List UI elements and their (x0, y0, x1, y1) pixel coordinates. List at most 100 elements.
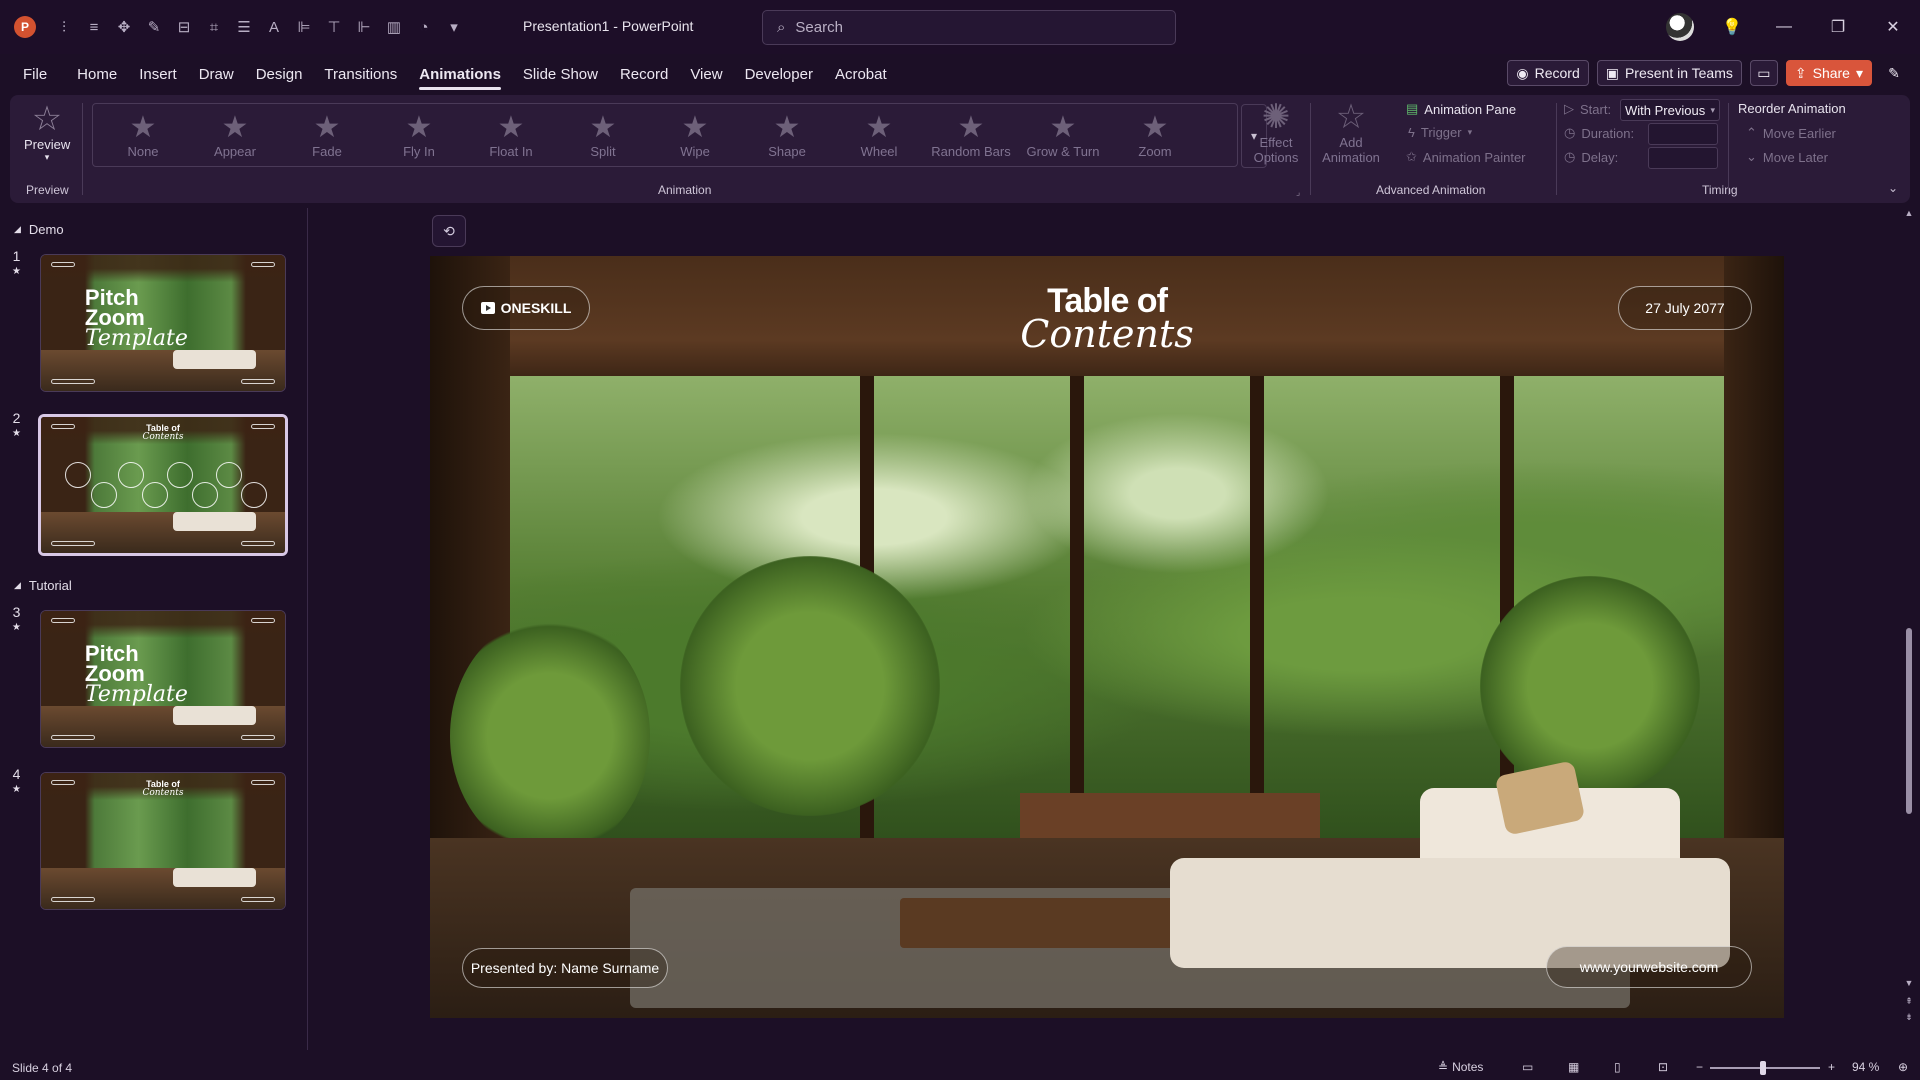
tab-transitions[interactable]: Transitions (313, 58, 408, 90)
dialog-launcher-icon[interactable]: ⌟ (1296, 187, 1300, 198)
tab-view[interactable]: View (679, 58, 733, 90)
duration-field[interactable] (1648, 123, 1718, 145)
slide-thumbnail-3[interactable]: Pitch Zoom Template (40, 610, 286, 748)
move-later-button[interactable]: ⌄ Move Later (1746, 149, 1828, 165)
align-left-icon[interactable]: ⊫ (292, 15, 316, 39)
search-input[interactable]: ⌕ Search (762, 10, 1176, 45)
tab-file[interactable]: File (12, 58, 58, 90)
font-icon[interactable]: A (262, 15, 286, 39)
normal-view-icon[interactable]: ▭ (1522, 1060, 1533, 1074)
next-slide-icon[interactable]: ⇟ (1904, 1012, 1914, 1023)
slide-thumbnail-2[interactable]: Table of Contents (38, 414, 288, 556)
align-right-icon[interactable]: ⊩ (352, 15, 376, 39)
scroll-up-icon[interactable]: ▲ (1904, 208, 1914, 218)
text-direction-icon[interactable]: ⊟ (172, 15, 196, 39)
zoom-out-icon[interactable]: − (1696, 1060, 1703, 1074)
slide-photo-console (1020, 793, 1320, 838)
tab-insert[interactable]: Insert (128, 58, 188, 90)
animation-random-bars[interactable]: ★ Random Bars (925, 111, 1017, 159)
tab-design[interactable]: Design (245, 58, 314, 90)
customize-qat-icon[interactable]: ▾ (442, 15, 466, 39)
pen-icon[interactable]: ✎ (142, 15, 166, 39)
presenter-badge[interactable]: Presented by: Name Surname (462, 948, 668, 988)
animation-fly-in[interactable]: ★ Fly In (373, 111, 465, 159)
date-badge[interactable]: 27 July 2077 (1618, 286, 1752, 330)
thumbnail-pill (50, 779, 76, 785)
animation-split[interactable]: ★ Split (557, 111, 649, 159)
collapse-ribbon-icon[interactable]: ⌄ (1888, 181, 1898, 195)
delay-field[interactable] (1648, 147, 1718, 169)
thumbnail-title: Table of Contents (41, 423, 285, 442)
shapes-icon[interactable]: ◔ (412, 15, 436, 39)
slide-canvas[interactable]: ONESKILL Table of Contents 27 July 2077 … (430, 256, 1784, 1018)
crop-icon[interactable]: ⌗ (202, 15, 226, 39)
distribute-icon[interactable]: ≡ (82, 15, 106, 39)
tab-developer[interactable]: Developer (734, 58, 824, 90)
chevron-down-icon: ⌄ (1746, 149, 1757, 164)
lightbulb-icon[interactable]: 💡 (1719, 14, 1745, 40)
copilot-icon[interactable]: ✎ (1880, 60, 1908, 86)
animation-shape[interactable]: ★ Shape (741, 111, 833, 159)
record-button[interactable]: ◉ Record (1507, 60, 1589, 86)
animation-pane-button[interactable]: ▤ Animation Pane (1406, 101, 1516, 117)
tab-record[interactable]: Record (609, 58, 679, 90)
zoom-slider-handle[interactable] (1760, 1061, 1766, 1075)
zoom-in-icon[interactable]: + (1828, 1060, 1835, 1074)
tab-draw[interactable]: Draw (188, 58, 245, 90)
animation-appear[interactable]: ★ Appear (189, 111, 281, 159)
tab-home[interactable]: Home (66, 58, 128, 90)
tab-acrobat[interactable]: Acrobat (824, 58, 898, 90)
fit-to-window-icon[interactable]: ⊕ (1898, 1060, 1908, 1074)
slide-thumbnail-1[interactable]: Pitch Zoom Template (40, 254, 286, 392)
animation-wheel[interactable]: ★ Wheel (833, 111, 925, 159)
animation-wipe[interactable]: ★ Wipe (649, 111, 741, 159)
section-demo[interactable]: ◢ Demo (14, 222, 64, 237)
tab-animations[interactable]: Animations (408, 58, 512, 90)
minimize-icon[interactable]: — (1771, 14, 1797, 40)
scroll-down-icon[interactable]: ▼ (1904, 978, 1914, 988)
start-label-text: Start: (1580, 101, 1612, 117)
divider (1728, 103, 1729, 195)
align-top-icon[interactable]: ⊤ (322, 15, 346, 39)
close-icon[interactable]: ✕ (1880, 14, 1906, 40)
add-animation-label-2: Animation (1322, 150, 1380, 165)
tab-slide-show[interactable]: Slide Show (512, 58, 609, 90)
trigger-button[interactable]: ϟ Trigger ▾ (1408, 125, 1472, 140)
animation-zoom[interactable]: ★ Zoom (1109, 111, 1201, 159)
preview-button[interactable]: ☆ Preview ▾ (24, 101, 70, 163)
animation-float-in[interactable]: ★ Float In (465, 111, 557, 159)
animation-none[interactable]: ★ None (97, 111, 189, 159)
website-badge[interactable]: www.yourwebsite.com (1546, 946, 1752, 988)
slide-sorter-icon[interactable]: ▦ (1568, 1060, 1579, 1074)
restore-icon[interactable]: ❐ (1825, 14, 1851, 40)
move-icon[interactable]: ✥ (112, 15, 136, 39)
add-animation-button[interactable]: ☆ Add Animation (1320, 99, 1382, 165)
animation-label: Fly In (403, 143, 435, 159)
ribbon: ☆ Preview ▾ Preview ★ None ★ Appear ★ Fade … (10, 95, 1910, 203)
present-in-teams-button[interactable]: ▣ Present in Teams (1596, 60, 1742, 86)
animation-painter-button[interactable]: ✩ Animation Painter (1406, 149, 1526, 165)
move-earlier-button[interactable]: ⌃ Move Earlier (1746, 125, 1836, 141)
lines-icon[interactable]: ☰ (232, 15, 256, 39)
effect-options-button[interactable]: ✺ Effect Options (1248, 99, 1304, 165)
zoom-level[interactable]: 94 % (1852, 1060, 1879, 1074)
avatar[interactable] (1666, 13, 1694, 41)
vertical-scrollbar[interactable]: ▲ ▼ ⇞ ⇟ (1904, 208, 1914, 1028)
previous-slide-icon[interactable]: ⇞ (1904, 996, 1914, 1007)
comments-button[interactable]: ▭ (1749, 60, 1778, 86)
comment-icon: ▭ (1757, 64, 1771, 81)
slide-thumbnail-4[interactable]: Table of Contents (40, 772, 286, 910)
reading-view-icon[interactable]: ▯ (1614, 1060, 1621, 1074)
share-button[interactable]: ⇪ Share ▾ (1785, 60, 1872, 86)
scrollbar-thumb[interactable] (1906, 628, 1912, 814)
chart-icon[interactable]: ▥ (382, 15, 406, 39)
section-tutorial[interactable]: ◢ Tutorial (14, 578, 72, 593)
animation-fade[interactable]: ★ Fade (281, 111, 373, 159)
copilot-button[interactable]: ⟲ (432, 215, 466, 247)
start-select[interactable]: With Previous ▾ (1620, 99, 1720, 121)
slide-title[interactable]: Table of Contents (430, 284, 1784, 353)
notes-button[interactable]: ≜ Notes (1438, 1060, 1483, 1074)
animation-grow-turn[interactable]: ★ Grow & Turn (1017, 111, 1109, 159)
slideshow-icon[interactable]: ⊡ (1658, 1060, 1668, 1074)
align-icon[interactable]: ⫶ (52, 15, 76, 39)
